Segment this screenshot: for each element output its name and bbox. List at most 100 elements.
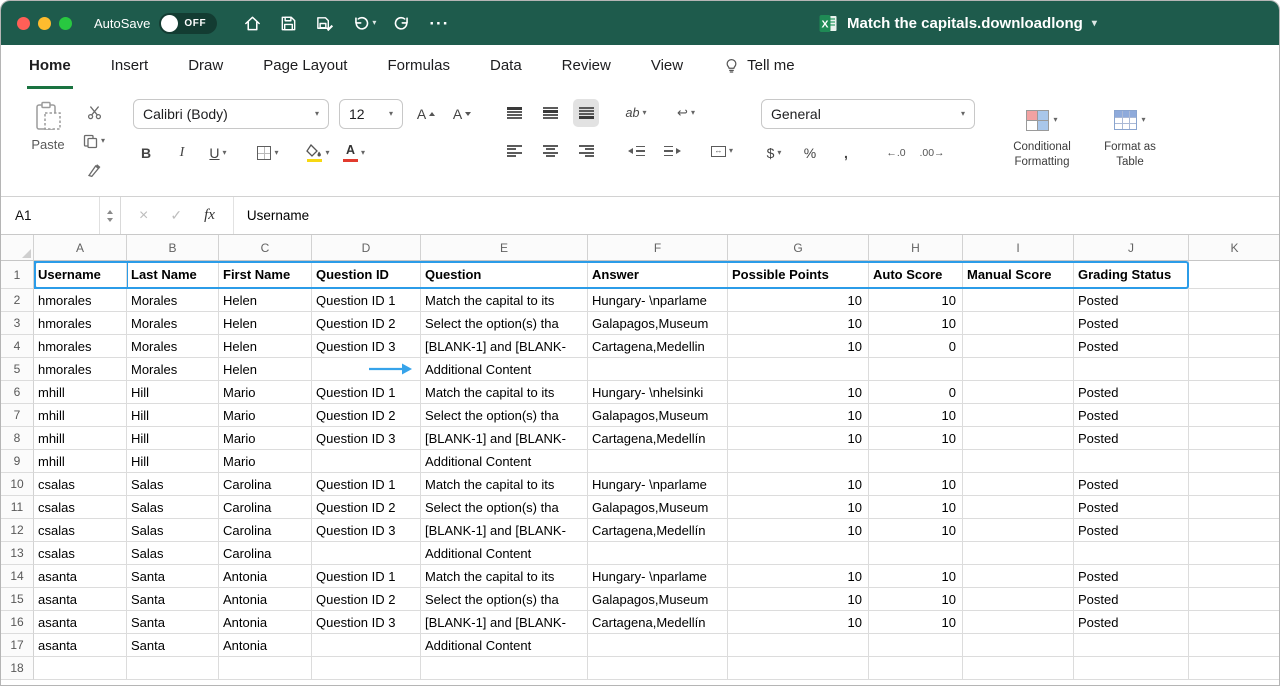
cell-K12[interactable] <box>1189 519 1280 542</box>
cell-I18[interactable] <box>963 657 1074 680</box>
tab-review[interactable]: Review <box>560 45 613 89</box>
cell-E17[interactable]: Additional Content <box>421 634 588 657</box>
cell-C2[interactable]: Helen <box>219 289 312 312</box>
cell-D13[interactable] <box>312 542 421 565</box>
cell-D16[interactable]: Question ID 3 <box>312 611 421 634</box>
tab-formulas[interactable]: Formulas <box>385 45 452 89</box>
wrap-text-button[interactable]: ↩ ▾ <box>673 99 699 127</box>
cell-J1[interactable]: Grading Status <box>1074 261 1189 289</box>
cell-D10[interactable]: Question ID 1 <box>312 473 421 496</box>
cell-H2[interactable]: 10 <box>869 289 963 312</box>
cancel-entry-icon[interactable]: × <box>139 207 148 225</box>
cell-D18[interactable] <box>312 657 421 680</box>
cell-G14[interactable]: 10 <box>728 565 869 588</box>
cell-H6[interactable]: 0 <box>869 381 963 404</box>
cell-E10[interactable]: Match the capital to its <box>421 473 588 496</box>
cell-K13[interactable] <box>1189 542 1280 565</box>
cell-E11[interactable]: Select the option(s) tha <box>421 496 588 519</box>
cell-D4[interactable]: Question ID 3 <box>312 335 421 358</box>
cell-A9[interactable]: mhill <box>34 450 127 473</box>
underline-button[interactable]: U ▾ <box>205 139 231 167</box>
column-header-K[interactable]: K <box>1189 235 1280 261</box>
cell-I11[interactable] <box>963 496 1074 519</box>
row-header-6[interactable]: 6 <box>1 381 34 404</box>
cell-F13[interactable] <box>588 542 728 565</box>
cell-K5[interactable] <box>1189 358 1280 381</box>
number-format-select[interactable]: General ▾ <box>761 99 975 129</box>
cell-J12[interactable]: Posted <box>1074 519 1189 542</box>
column-header-F[interactable]: F <box>588 235 728 261</box>
cell-I12[interactable] <box>963 519 1074 542</box>
cell-D11[interactable]: Question ID 2 <box>312 496 421 519</box>
align-left-button[interactable] <box>501 137 527 165</box>
cell-B15[interactable]: Santa <box>127 588 219 611</box>
cell-J11[interactable]: Posted <box>1074 496 1189 519</box>
row-header-17[interactable]: 17 <box>1 634 34 657</box>
row-header-10[interactable]: 10 <box>1 473 34 496</box>
column-header-E[interactable]: E <box>421 235 588 261</box>
cell-B10[interactable]: Salas <box>127 473 219 496</box>
save-as-button[interactable] <box>315 14 334 33</box>
cell-I9[interactable] <box>963 450 1074 473</box>
name-box[interactable]: A1 <box>1 197 121 234</box>
cell-I7[interactable] <box>963 404 1074 427</box>
cell-D1[interactable]: Question ID <box>312 261 421 289</box>
cell-F18[interactable] <box>588 657 728 680</box>
cell-B5[interactable]: Morales <box>127 358 219 381</box>
cell-C12[interactable]: Carolina <box>219 519 312 542</box>
document-title-area[interactable]: X Match the capitals.downloadlong ▾ <box>819 1 1097 45</box>
cell-G12[interactable]: 10 <box>728 519 869 542</box>
align-middle-button[interactable] <box>537 99 563 127</box>
cell-E9[interactable]: Additional Content <box>421 450 588 473</box>
cell-G15[interactable]: 10 <box>728 588 869 611</box>
more-toolbar-options-button[interactable]: ··· <box>429 15 449 32</box>
cell-F3[interactable]: Galapagos,Museum <box>588 312 728 335</box>
cell-J7[interactable]: Posted <box>1074 404 1189 427</box>
tab-home[interactable]: Home <box>27 45 73 89</box>
row-header-13[interactable]: 13 <box>1 542 34 565</box>
cell-A1[interactable]: Username <box>34 261 127 289</box>
cell-B2[interactable]: Morales <box>127 289 219 312</box>
cell-I1[interactable]: Manual Score <box>963 261 1074 289</box>
format-painter-button[interactable] <box>81 159 107 181</box>
cell-E6[interactable]: Match the capital to its <box>421 381 588 404</box>
cell-D5[interactable] <box>312 358 421 381</box>
increase-decimal-button[interactable]: ←.0 <box>883 139 909 167</box>
cell-C13[interactable]: Carolina <box>219 542 312 565</box>
align-right-button[interactable] <box>573 137 599 165</box>
cell-D6[interactable]: Question ID 1 <box>312 381 421 404</box>
font-color-button[interactable]: A ▾ <box>341 139 367 167</box>
format-as-table-button[interactable]: ▾ Format as Table <box>1101 107 1159 190</box>
cell-K4[interactable] <box>1189 335 1280 358</box>
cell-C7[interactable]: Mario <box>219 404 312 427</box>
copy-button[interactable]: ▾ <box>81 130 107 152</box>
increase-indent-button[interactable] <box>659 137 685 165</box>
select-all-corner[interactable] <box>1 235 34 261</box>
cell-J4[interactable]: Posted <box>1074 335 1189 358</box>
cell-F8[interactable]: Cartagena,Medellín <box>588 427 728 450</box>
cell-K1[interactable] <box>1189 261 1280 289</box>
cell-G10[interactable]: 10 <box>728 473 869 496</box>
row-header-18[interactable]: 18 <box>1 657 34 680</box>
cell-E16[interactable]: [BLANK-1] and [BLANK- <box>421 611 588 634</box>
cell-H12[interactable]: 10 <box>869 519 963 542</box>
cell-G8[interactable]: 10 <box>728 427 869 450</box>
cell-A14[interactable]: asanta <box>34 565 127 588</box>
undo-button[interactable]: ▾ <box>351 14 376 33</box>
cell-H9[interactable] <box>869 450 963 473</box>
cell-G2[interactable]: 10 <box>728 289 869 312</box>
row-header-4[interactable]: 4 <box>1 335 34 358</box>
currency-format-button[interactable]: $ ▾ <box>761 139 787 167</box>
cell-J8[interactable]: Posted <box>1074 427 1189 450</box>
cell-D15[interactable]: Question ID 2 <box>312 588 421 611</box>
decrease-indent-button[interactable] <box>623 137 649 165</box>
column-header-J[interactable]: J <box>1074 235 1189 261</box>
cell-J16[interactable]: Posted <box>1074 611 1189 634</box>
cell-H7[interactable]: 10 <box>869 404 963 427</box>
cell-C5[interactable]: Helen <box>219 358 312 381</box>
cell-J6[interactable]: Posted <box>1074 381 1189 404</box>
cell-J5[interactable] <box>1074 358 1189 381</box>
cell-H11[interactable]: 10 <box>869 496 963 519</box>
cell-F16[interactable]: Cartagena,Medellín <box>588 611 728 634</box>
cell-B3[interactable]: Morales <box>127 312 219 335</box>
